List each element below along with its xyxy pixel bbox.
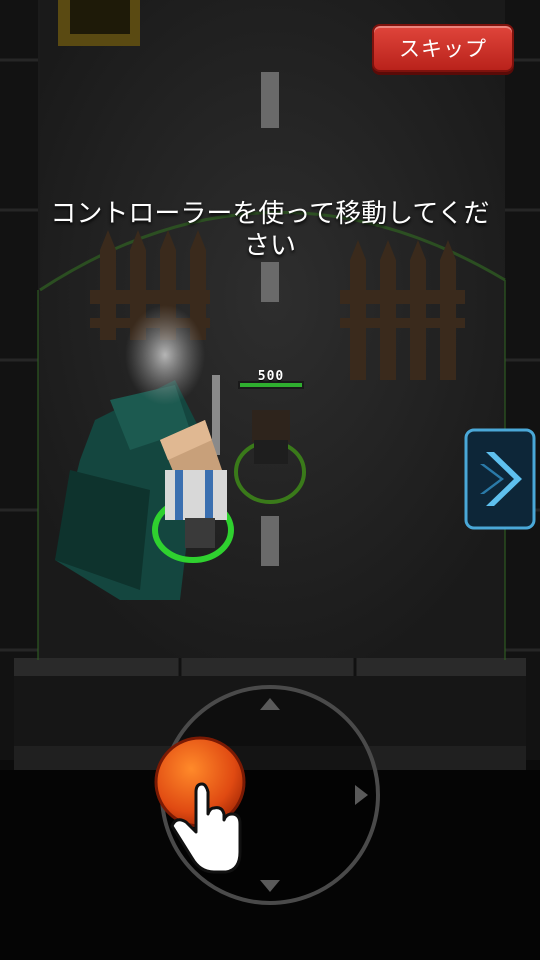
right-wall [505,0,540,760]
enemy-hp-value: 500 [257,369,285,384]
skip-button[interactable]: スキップ [372,24,514,72]
smoke-effect [125,305,205,405]
next-button[interactable] [464,428,536,530]
game-scene [0,0,540,960]
sidewalk [14,658,526,676]
tutorial-instruction: コントローラーを使って移動してください [50,199,490,261]
barrel [58,0,140,46]
left-wall [0,0,38,760]
